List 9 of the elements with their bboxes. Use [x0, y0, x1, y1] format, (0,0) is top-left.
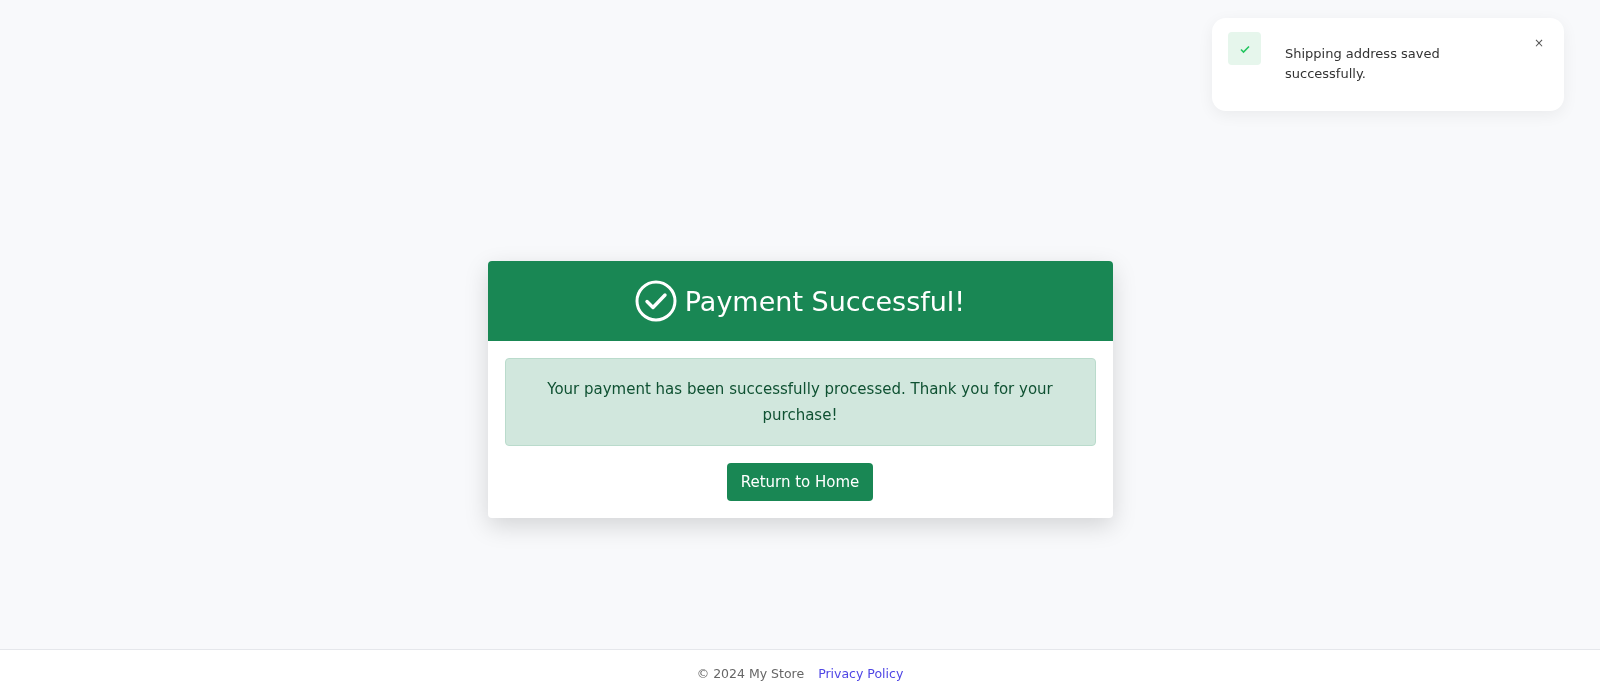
copyright-text: © 2024 My Store: [696, 665, 805, 681]
check-circle-icon: [634, 280, 677, 322]
privacy-policy-link[interactable]: Privacy Policy: [818, 665, 904, 681]
return-home-button[interactable]: Return to Home: [726, 463, 874, 501]
success-alert: Your payment has been successfully processed. Thank you for your purchase!: [504, 358, 1096, 446]
close-button[interactable]: ×: [1529, 34, 1548, 52]
toast-message: Shipping address saved successfully.: [1285, 45, 1441, 83]
check-icon: [1228, 32, 1261, 65]
card-title: Payment Successful!: [684, 285, 966, 317]
